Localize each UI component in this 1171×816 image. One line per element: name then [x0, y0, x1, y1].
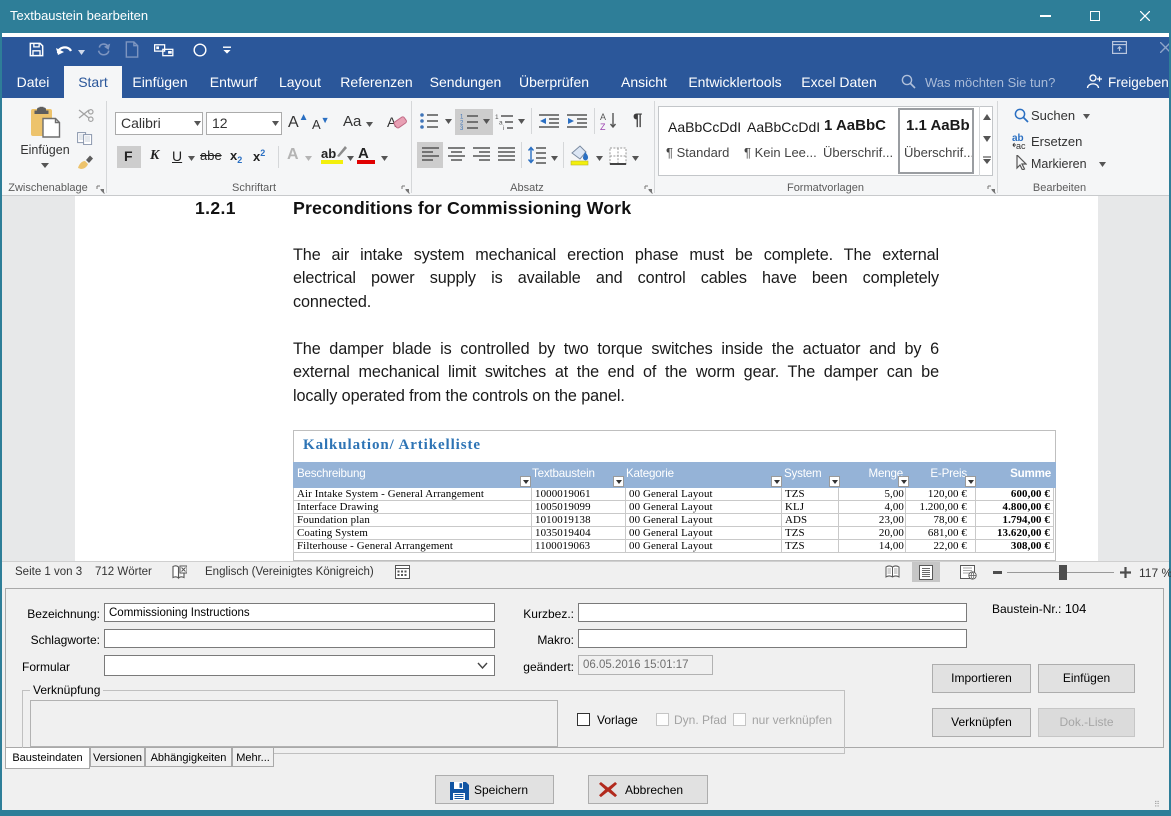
svg-text:3: 3 — [460, 126, 464, 130]
svg-text:i: i — [503, 125, 504, 130]
svg-text:A: A — [600, 112, 606, 122]
svg-text:Z: Z — [600, 122, 606, 131]
svg-text:ac: ac — [1016, 141, 1026, 149]
